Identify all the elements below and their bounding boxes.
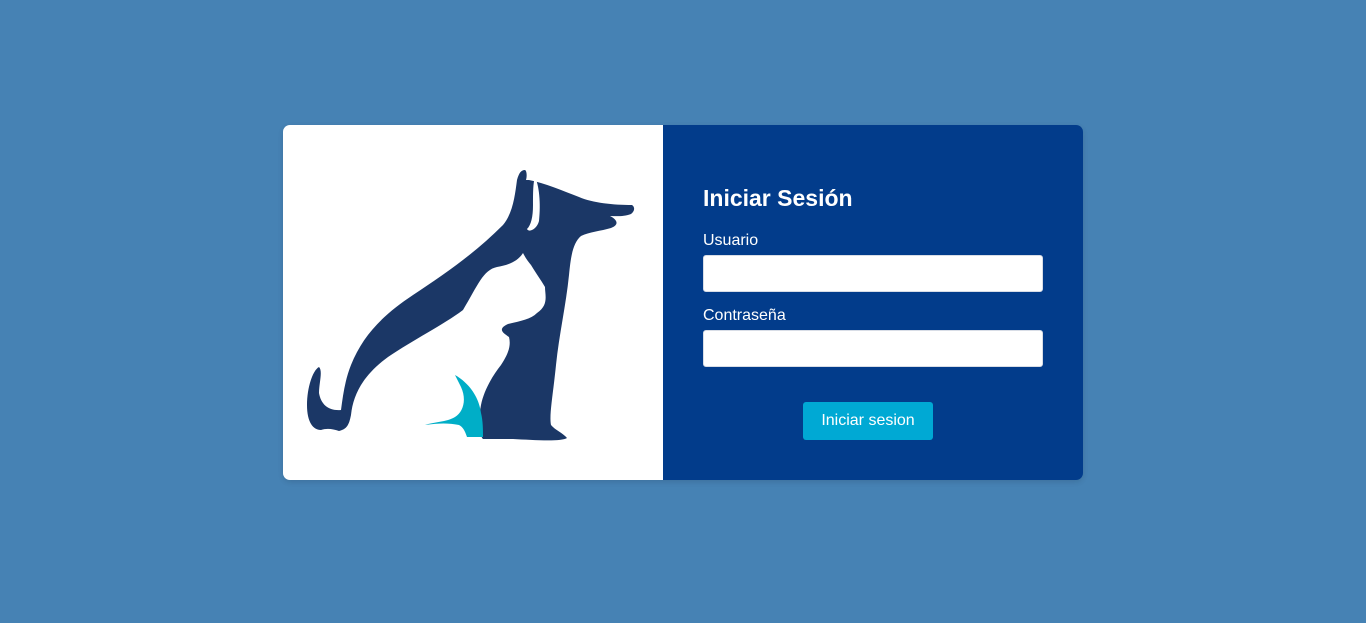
cat-tail-accent: [425, 375, 483, 437]
login-card: Iniciar Sesión Usuario Contraseña Inicia…: [283, 125, 1083, 480]
password-label: Contraseña: [703, 307, 786, 324]
username-label: Usuario: [703, 232, 759, 249]
dog-and-cat-silhouette-icon: [307, 170, 635, 441]
logo-panel: [283, 125, 663, 480]
login-button[interactable]: Iniciar sesion: [803, 402, 933, 440]
login-form-panel: Iniciar Sesión Usuario Contraseña Inicia…: [663, 125, 1083, 480]
form-title: Iniciar Sesión: [703, 185, 853, 211]
password-input[interactable]: [703, 330, 1043, 367]
username-input[interactable]: [703, 255, 1043, 292]
